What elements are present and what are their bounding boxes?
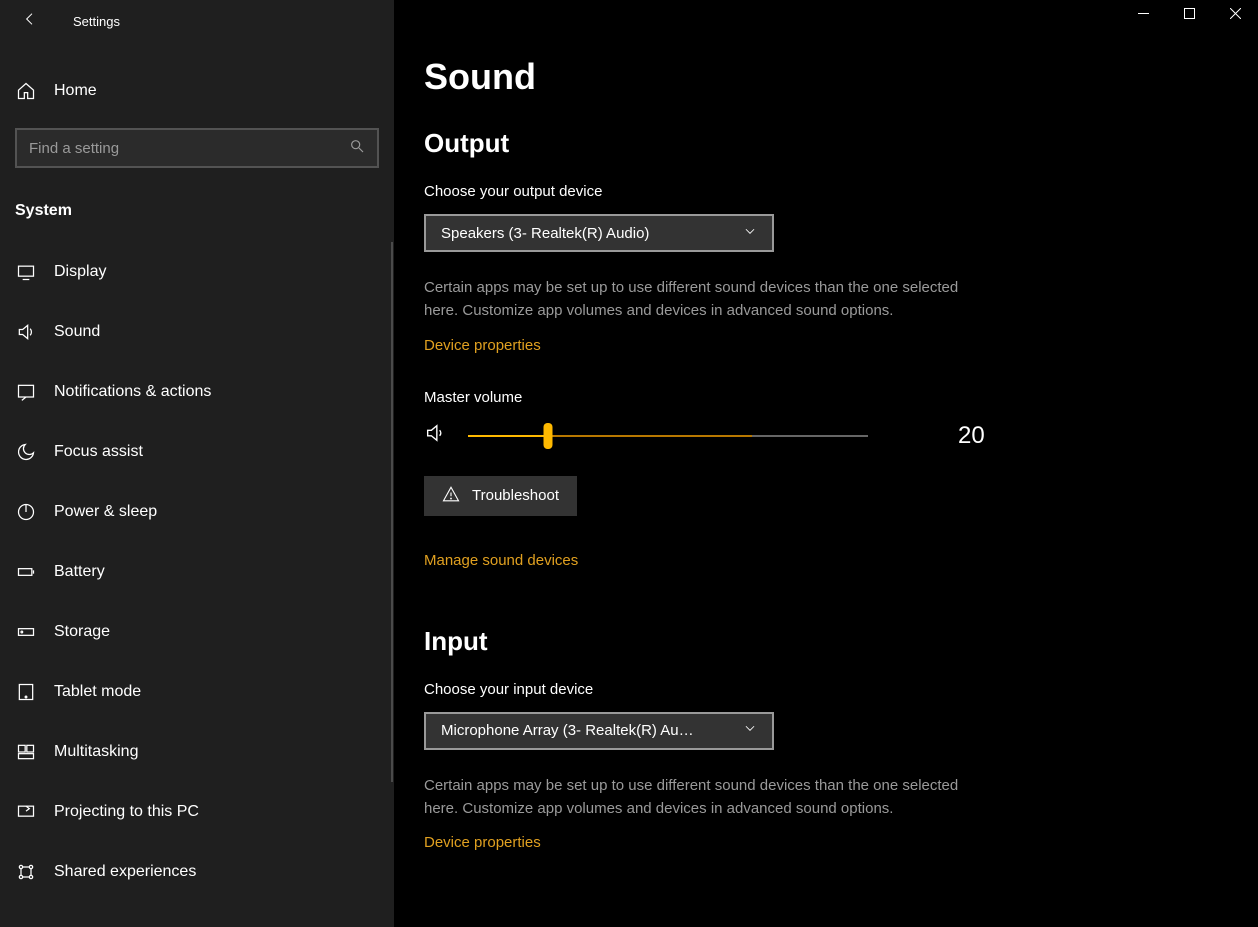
- input-device-properties-link[interactable]: Device properties: [424, 834, 541, 851]
- sidebar-nav: Display Sound Notifications & actions Fo…: [15, 242, 379, 902]
- arrow-left-icon: [22, 11, 38, 32]
- shared-exp-icon: [15, 862, 37, 882]
- sidebar-item-battery[interactable]: Battery: [15, 542, 379, 602]
- output-device-label: Choose your output device: [424, 183, 1258, 200]
- sidebar-item-label: Multitasking: [54, 743, 138, 761]
- sidebar-item-shared-experiences[interactable]: Shared experiences: [15, 842, 379, 902]
- manage-sound-devices-link[interactable]: Manage sound devices: [424, 552, 578, 569]
- sidebar-item-label: Projecting to this PC: [54, 803, 199, 821]
- sidebar-home[interactable]: Home: [15, 66, 379, 116]
- page-title: Sound: [424, 56, 1258, 98]
- minimize-icon: [1138, 6, 1149, 24]
- output-device-select[interactable]: Speakers (3- Realtek(R) Audio): [424, 214, 774, 252]
- home-icon: [15, 81, 37, 101]
- sidebar-category: System: [15, 202, 379, 220]
- output-heading: Output: [424, 128, 1258, 159]
- sidebar-item-label: Focus assist: [54, 443, 143, 461]
- warning-icon: [442, 485, 472, 507]
- troubleshoot-button[interactable]: Troubleshoot: [424, 476, 577, 516]
- titlebar: Settings: [0, 0, 394, 42]
- output-help-text: Certain apps may be set up to use differ…: [424, 276, 984, 323]
- chevron-down-icon: [743, 224, 757, 243]
- sidebar-home-label: Home: [54, 82, 97, 100]
- sidebar-item-power-sleep[interactable]: Power & sleep: [15, 482, 379, 542]
- troubleshoot-label: Troubleshoot: [472, 487, 559, 504]
- search-box[interactable]: [15, 128, 379, 168]
- sidebar: Settings Home System Display Sound: [0, 0, 394, 927]
- input-device-select[interactable]: Microphone Array (3- Realtek(R) Au…: [424, 712, 774, 750]
- window-title: Settings: [73, 14, 120, 29]
- back-button[interactable]: [15, 6, 45, 36]
- sidebar-item-focus-assist[interactable]: Focus assist: [15, 422, 379, 482]
- focus-assist-icon: [15, 442, 37, 462]
- master-volume-value: 20: [958, 422, 985, 450]
- multitasking-icon: [15, 742, 37, 762]
- master-volume-label: Master volume: [424, 389, 1258, 406]
- input-device-value: Microphone Array (3- Realtek(R) Au…: [441, 722, 694, 739]
- chevron-down-icon: [743, 721, 757, 740]
- battery-icon: [15, 562, 37, 582]
- output-device-value: Speakers (3- Realtek(R) Audio): [441, 225, 649, 242]
- sidebar-scrollbar[interactable]: [391, 242, 393, 782]
- main-content: Sound Output Choose your output device S…: [394, 0, 1258, 927]
- maximize-icon: [1184, 6, 1195, 24]
- sidebar-item-label: Display: [54, 263, 106, 281]
- sidebar-item-tablet-mode[interactable]: Tablet mode: [15, 662, 379, 722]
- sidebar-item-label: Sound: [54, 323, 100, 341]
- display-icon: [15, 262, 37, 282]
- speaker-icon[interactable]: [424, 422, 446, 449]
- sidebar-item-label: Storage: [54, 623, 110, 641]
- close-icon: [1230, 6, 1241, 24]
- input-device-label: Choose your input device: [424, 681, 1258, 698]
- tablet-mode-icon: [15, 682, 37, 702]
- search-icon: [349, 138, 365, 159]
- sidebar-item-sound[interactable]: Sound: [15, 302, 379, 362]
- sidebar-item-multitasking[interactable]: Multitasking: [15, 722, 379, 782]
- maximize-button[interactable]: [1166, 0, 1212, 30]
- sidebar-item-label: Notifications & actions: [54, 383, 211, 401]
- window-controls: [1120, 0, 1258, 30]
- search-input[interactable]: [29, 140, 349, 157]
- sidebar-item-label: Battery: [54, 563, 105, 581]
- sidebar-item-label: Shared experiences: [54, 863, 196, 881]
- close-button[interactable]: [1212, 0, 1258, 30]
- sidebar-item-display[interactable]: Display: [15, 242, 379, 302]
- sidebar-item-projecting[interactable]: Projecting to this PC: [15, 782, 379, 842]
- notifications-icon: [15, 382, 37, 402]
- slider-thumb[interactable]: [544, 423, 553, 449]
- input-heading: Input: [424, 626, 1258, 657]
- power-icon: [15, 502, 37, 522]
- output-device-properties-link[interactable]: Device properties: [424, 337, 541, 354]
- sidebar-item-label: Power & sleep: [54, 503, 157, 521]
- sound-icon: [15, 322, 37, 342]
- input-help-text: Certain apps may be set up to use differ…: [424, 774, 984, 821]
- master-volume-slider[interactable]: [468, 435, 868, 437]
- storage-icon: [15, 622, 37, 642]
- sidebar-item-label: Tablet mode: [54, 683, 141, 701]
- minimize-button[interactable]: [1120, 0, 1166, 30]
- sidebar-item-storage[interactable]: Storage: [15, 602, 379, 662]
- projecting-icon: [15, 802, 37, 822]
- sidebar-item-notifications[interactable]: Notifications & actions: [15, 362, 379, 422]
